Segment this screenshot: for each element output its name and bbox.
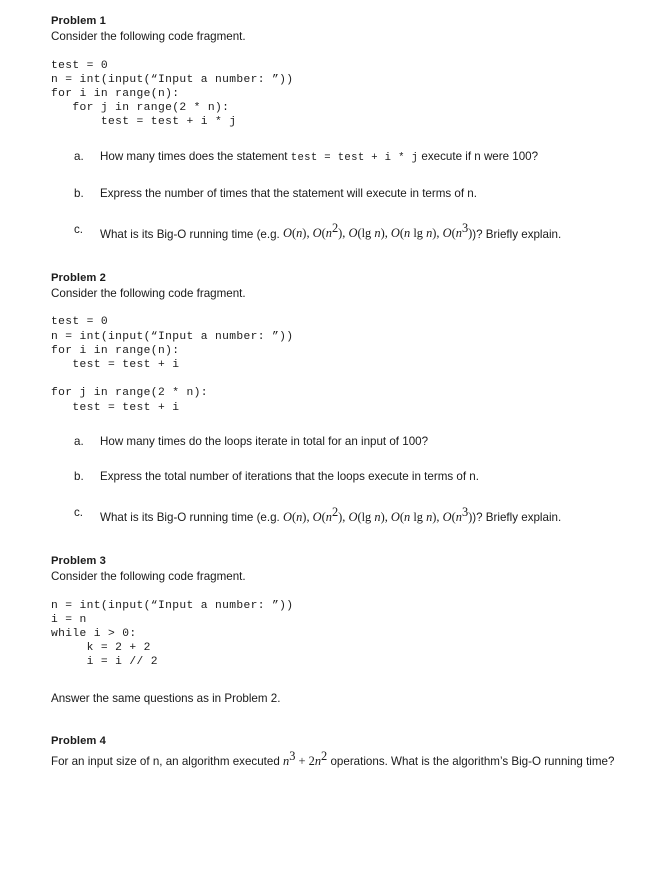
spacer bbox=[51, 166, 621, 186]
inline-code: test = test + i * j bbox=[290, 151, 419, 164]
problem-3-intro: Consider the following code fragment. bbox=[51, 570, 246, 584]
question-2c: c. What is its Big-O running time (e.g. O… bbox=[51, 505, 621, 525]
problem-3: Problem 3 Consider the following code fr… bbox=[51, 554, 621, 706]
question-1a: a. How many times does the statement test… bbox=[51, 149, 621, 167]
problem-2-intro: Consider the following code fragment. bbox=[51, 286, 246, 300]
problem-1-question-list: a. How many times does the statement test… bbox=[51, 149, 621, 242]
problem-4-text-tail: operations. What is the algorithm’s Big-… bbox=[327, 755, 615, 769]
question-text: Express the total number of iterations t… bbox=[100, 470, 479, 484]
document-page: Problem 1 Consider the following code fr… bbox=[0, 0, 657, 894]
problem-1: Problem 1 Consider the following code fr… bbox=[51, 14, 621, 242]
question-marker: a. bbox=[74, 434, 84, 448]
spacer bbox=[51, 449, 621, 469]
question-text-tail: )? Briefly explain. bbox=[472, 510, 562, 524]
problem-1-code-block: test = 0 n = int(input(“Input a number: … bbox=[51, 59, 294, 129]
bigo-examples: O(n), O(n2), O(lg n), O(n lg n), O(n3) bbox=[283, 504, 473, 524]
problem-1-heading: Problem 1 bbox=[51, 15, 106, 27]
problem-4-body: For an input size of n, an algorithm exe… bbox=[51, 749, 621, 769]
bigo-examples: O(n), O(n2), O(lg n), O(n lg n), O(n3) bbox=[283, 221, 473, 241]
operations-expression: n3 + 2n2 bbox=[283, 749, 328, 769]
question-marker: a. bbox=[74, 149, 84, 163]
question-text: What is its Big-O running time (e.g. bbox=[100, 510, 283, 524]
question-marker: b. bbox=[74, 187, 84, 201]
spacer bbox=[51, 485, 621, 505]
question-text-tail: )? Briefly explain. bbox=[472, 227, 562, 241]
question-text: What is its Big-O running time (e.g. bbox=[100, 227, 283, 241]
question-marker: c. bbox=[74, 222, 84, 236]
problem-2-heading: Problem 2 bbox=[51, 271, 106, 284]
question-2b: b. Express the total number of iterations… bbox=[51, 469, 621, 485]
problem-4: Problem 4 For an input size of n, an alg… bbox=[51, 734, 621, 769]
question-text: How many times do the loops iterate in t… bbox=[100, 434, 429, 448]
problem-3-followup: Answer the same questions as in Problem … bbox=[51, 691, 281, 705]
question-text-tail: execute if n were 100? bbox=[418, 149, 539, 163]
problem-2-question-list: a. How many times do the loops iterate in… bbox=[51, 434, 621, 525]
problem-2: Problem 2 Consider the following code fr… bbox=[51, 271, 621, 525]
question-2a: a. How many times do the loops iterate in… bbox=[51, 434, 621, 450]
question-text: How many times does the statement bbox=[100, 149, 291, 163]
problem-3-heading: Problem 3 bbox=[51, 555, 106, 568]
question-marker: b. bbox=[74, 470, 84, 484]
problem-1-intro: Consider the following code fragment. bbox=[51, 30, 246, 43]
question-text: Express the number of times that the sta… bbox=[100, 187, 477, 201]
question-marker: c. bbox=[74, 505, 84, 519]
question-1b: b. Express the number of times that the s… bbox=[51, 186, 621, 202]
problem-4-heading: Problem 4 bbox=[51, 735, 106, 748]
problem-3-code-block: n = int(input(“Input a number: ”)) i = n… bbox=[51, 599, 294, 669]
question-1c: c. What is its Big-O running time (e.g. O… bbox=[51, 222, 621, 242]
problem-4-text: For an input size of n, an algorithm exe… bbox=[51, 755, 284, 769]
problem-2-code-block: test = 0 n = int(input(“Input a number: … bbox=[51, 316, 294, 414]
spacer bbox=[51, 202, 621, 222]
